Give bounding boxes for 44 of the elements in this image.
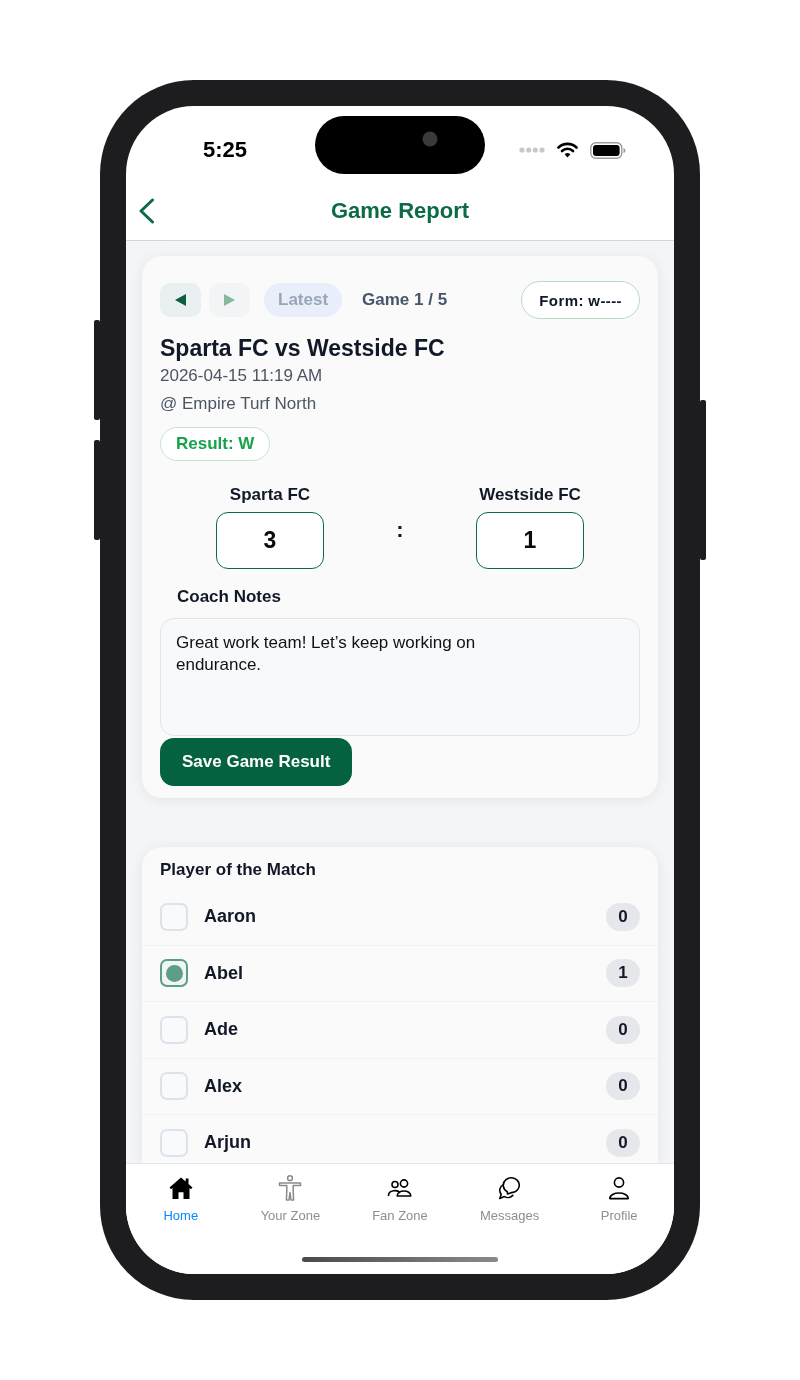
tab[interactable]: Home <box>163 1174 199 1224</box>
game-position: Game 1 / 5 <box>362 290 448 310</box>
score-separator: : <box>396 516 404 543</box>
back-button[interactable] <box>138 198 155 224</box>
tab[interactable]: Fan Zone <box>372 1174 428 1224</box>
notes-field[interactable]: Great work team! Let’s keep working on endurance. <box>160 618 640 736</box>
tab[interactable]: Your Zone <box>260 1174 321 1224</box>
phone-side-button[interactable] <box>94 440 100 540</box>
wifi-icon <box>557 142 578 158</box>
player-name: Aaron <box>204 906 256 928</box>
page-title: Game Report <box>330 198 470 224</box>
left-triangle-icon <box>175 294 186 306</box>
vote-count: 0 <box>606 1128 640 1157</box>
vote-count: 0 <box>606 1072 640 1101</box>
signal-icon <box>519 147 545 153</box>
vote-count: 0 <box>606 902 640 931</box>
right-triangle-icon <box>224 294 235 306</box>
form-badge: Form: w---- <box>521 281 640 319</box>
player-name: Abel <box>204 962 243 984</box>
status-time: 5:25 <box>203 137 248 163</box>
phone-side-button[interactable] <box>700 400 706 560</box>
save-button[interactable]: Save Game Result <box>160 738 353 786</box>
back-icon <box>138 198 155 224</box>
player-name: Ade <box>204 1019 238 1041</box>
section-title: Player of the Match <box>159 860 317 880</box>
player-name: Alex <box>204 1075 243 1097</box>
vote-count: 1 <box>606 959 640 988</box>
result-badge: Result: W <box>160 427 271 461</box>
score-field[interactable]: 3 <box>216 512 324 569</box>
player-name: Arjun <box>204 1132 251 1154</box>
match-title: Sparta FC vs Westside FC <box>160 334 446 362</box>
match-venue: @ Empire Turf North <box>160 393 318 415</box>
match-datetime: 2026-04-15 11:19 AM <box>160 365 324 387</box>
notes-label: Coach Notes <box>176 586 282 608</box>
previous-button[interactable] <box>160 283 201 317</box>
score-field[interactable]: 1 <box>476 512 584 569</box>
battery-icon <box>590 141 626 159</box>
team-name: Westside FC <box>479 485 581 505</box>
tab[interactable]: Profile <box>600 1174 638 1224</box>
phone-side-button[interactable] <box>94 320 100 420</box>
tab[interactable]: Messages <box>479 1174 540 1224</box>
checkbox[interactable] <box>160 959 188 988</box>
team-name: Sparta FC <box>229 485 311 505</box>
vote-count: 0 <box>606 1015 640 1044</box>
